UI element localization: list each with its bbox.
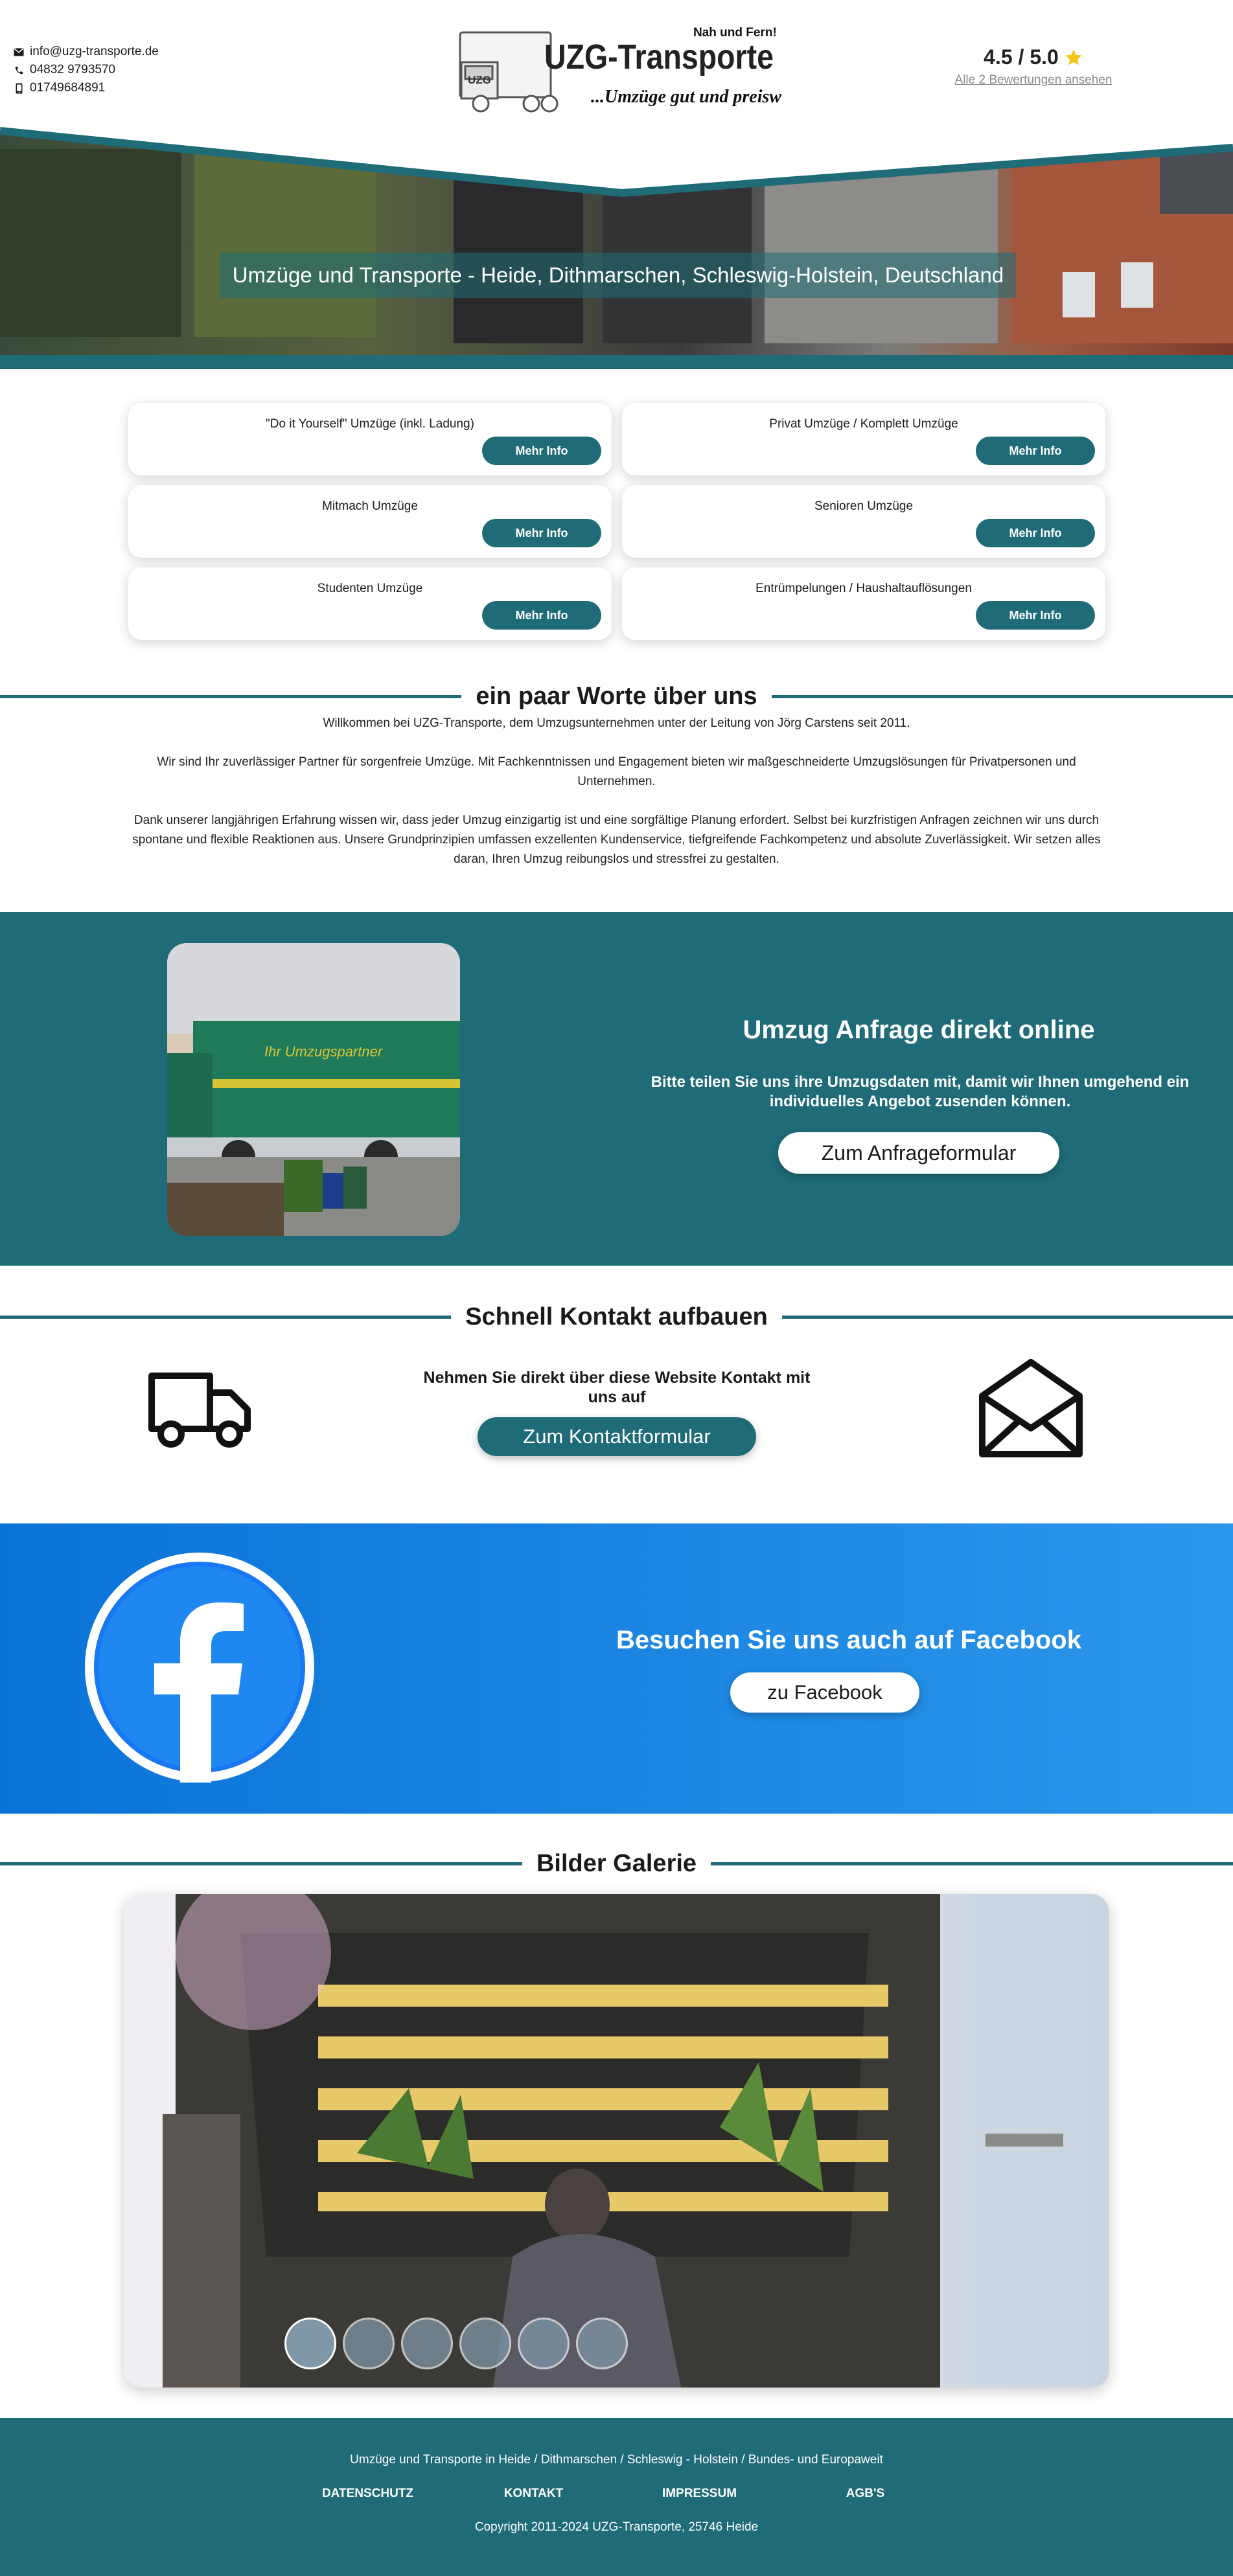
gallery-heading-text: Bilder Galerie xyxy=(536,1849,697,1877)
service-title: "Do it Yourself" Umzüge (inkl. Ladung) xyxy=(266,417,474,431)
service-card-senioren: Senioren Umzüge Mehr Info xyxy=(622,485,1105,558)
services-grid: "Do it Yourself" Umzüge (inkl. Ladung) M… xyxy=(128,403,1105,640)
logo-badge: UZG xyxy=(468,74,491,86)
divider-line xyxy=(0,1862,522,1865)
divider-line xyxy=(771,694,1233,698)
facebook-title: Besuchen Sie uns auch auf Facebook xyxy=(616,1626,1081,1654)
divider-line xyxy=(781,1315,1233,1319)
contact-form-button[interactable]: Zum Kontaktformular xyxy=(478,1417,756,1456)
facebook-section: Besuchen Sie uns auch auf Facebook zu Fa… xyxy=(0,1523,1233,1814)
rating-widget: 4.5 / 5.0 Alle 2 Bewertungen ansehen xyxy=(927,45,1140,87)
truck-photo-text: Ihr Umzugspartner xyxy=(264,1043,384,1060)
about-paragraph: Dank unserer langjährigen Erfahrung wiss… xyxy=(132,814,1101,866)
gallery-thumbnail[interactable] xyxy=(401,2318,453,2369)
more-info-button[interactable]: Mehr Info xyxy=(976,437,1095,465)
more-info-button[interactable]: Mehr Info xyxy=(976,601,1095,630)
service-title: Senioren Umzüge xyxy=(814,499,914,513)
phone-text[interactable]: 04832 9793570 xyxy=(30,61,115,79)
request-section: Ihr Umzugspartner Umzug Anfrage direkt o… xyxy=(0,912,1233,1266)
about-text: Willkommen bei UZG-Transporte, dem Umzug… xyxy=(130,714,1103,889)
request-form-button[interactable]: Zum Anfrageformular xyxy=(778,1132,1059,1174)
footer-copyright: Copyright 2011-2024 UZG-Transporte, 2574… xyxy=(474,2520,759,2534)
uzg-logo[interactable]: UZG Nah und Fern! UZG-Transporte ...Umzü… xyxy=(454,23,802,118)
more-info-button[interactable]: Mehr Info xyxy=(976,519,1095,547)
footer-link-agb[interactable]: AGB'S xyxy=(783,2487,949,2501)
service-card-studenten: Studenten Umzüge Mehr Info xyxy=(128,567,612,640)
footer-nav: DATENSCHUTZ KONTAKT IMPRESSUM AGB'S xyxy=(0,2487,1233,2501)
rating-score: 4.5 / 5.0 xyxy=(984,45,1083,69)
gallery-heading: Bilder Galerie xyxy=(0,1847,1233,1880)
divider-line xyxy=(0,1315,452,1319)
phone-row[interactable]: 04832 9793570 xyxy=(13,61,159,79)
service-card-diy: "Do it Yourself" Umzüge (inkl. Ladung) M… xyxy=(128,403,612,475)
site-header: info@uzg-transporte.de 04832 9793570 017… xyxy=(0,0,1233,136)
facebook-icon[interactable] xyxy=(84,1552,315,1786)
mobile-row[interactable]: 01749684891 xyxy=(13,79,159,97)
gallery-thumbnails xyxy=(284,2318,628,2369)
request-description: Bitte teilen Sie uns ihre Umzugsdaten mi… xyxy=(651,1073,1190,1110)
all-reviews-link[interactable]: Alle 2 Bewertungen ansehen xyxy=(927,73,1140,87)
gallery-thumbnail[interactable] xyxy=(518,2318,570,2369)
divider-line xyxy=(0,694,462,698)
quick-contact-heading: Schnell Kontakt aufbauen xyxy=(0,1301,1233,1333)
star-icon xyxy=(1065,49,1082,65)
logo-slogan-bottom: ...Umzüge gut und preiswert xyxy=(591,87,781,107)
more-info-button[interactable]: Mehr Info xyxy=(482,519,601,547)
gallery-thumbnail[interactable] xyxy=(576,2318,628,2369)
mobile-text[interactable]: 01749684891 xyxy=(30,79,105,97)
mobile-icon xyxy=(13,82,25,94)
truck-icon xyxy=(146,1367,254,1452)
logo-brand: UZG-Transporte xyxy=(544,38,774,76)
service-title: Studenten Umzüge xyxy=(317,582,423,595)
footer-link-kontakt[interactable]: KONTAKT xyxy=(451,2487,617,2501)
footer-link-impressum[interactable]: IMPRESSUM xyxy=(617,2487,783,2501)
phone-icon xyxy=(13,64,25,76)
gallery-image xyxy=(124,1894,1109,2388)
contact-description: Nehmen Sie direkt über diese Website Kon… xyxy=(423,1369,811,1406)
contact-list: info@uzg-transporte.de 04832 9793570 017… xyxy=(13,43,159,97)
rating-score-text: 4.5 / 5.0 xyxy=(984,45,1059,69)
divider-line xyxy=(711,1862,1233,1865)
about-paragraph: Willkommen bei UZG-Transporte, dem Umzug… xyxy=(323,716,910,730)
service-title: Mitmach Umzüge xyxy=(322,499,418,513)
facebook-button[interactable]: zu Facebook xyxy=(730,1672,919,1713)
footer-tagline: Umzüge und Transporte in Heide / Dithmar… xyxy=(350,2453,883,2467)
gallery-thumbnail[interactable] xyxy=(284,2318,336,2369)
service-card-mitmach: Mitmach Umzüge Mehr Info xyxy=(128,485,612,558)
open-envelope-icon xyxy=(977,1357,1085,1464)
quick-contact-heading-text: Schnell Kontakt aufbauen xyxy=(465,1303,768,1330)
service-card-privat: Privat Umzüge / Komplett Umzüge Mehr Inf… xyxy=(622,403,1105,475)
more-info-button[interactable]: Mehr Info xyxy=(482,601,601,630)
moving-truck-photo: Ihr Umzugspartner xyxy=(167,943,460,1236)
email-text[interactable]: info@uzg-transporte.de xyxy=(30,43,159,61)
hero-banner: Umzüge und Transporte - Heide, Dithmarsc… xyxy=(0,123,1233,369)
service-title: Privat Umzüge / Komplett Umzüge xyxy=(769,417,958,431)
image-gallery[interactable] xyxy=(124,1894,1109,2388)
hero-title: Umzüge und Transporte - Heide, Dithmarsc… xyxy=(220,253,1016,298)
service-title: Entrümpelungen / Haushaltauflösungen xyxy=(755,582,972,595)
footer-link-datenschutz[interactable]: DATENSCHUTZ xyxy=(285,2487,451,2501)
about-heading-text: ein paar Worte über uns xyxy=(476,682,757,710)
service-card-entruempelung: Entrümpelungen / Haushaltauflösungen Meh… xyxy=(622,567,1105,640)
site-footer: Umzüge und Transporte in Heide / Dithmar… xyxy=(0,2418,1233,2576)
about-heading: ein paar Worte über uns xyxy=(0,680,1233,712)
envelope-icon xyxy=(13,46,25,58)
more-info-button[interactable]: Mehr Info xyxy=(482,437,601,465)
email-row[interactable]: info@uzg-transporte.de xyxy=(13,43,159,61)
hero-photo xyxy=(0,123,1233,369)
request-title: Umzug Anfrage direkt online xyxy=(743,1016,1095,1044)
about-paragraph: Wir sind Ihr zuverlässiger Partner für s… xyxy=(157,755,1076,788)
logo-truck-icon xyxy=(459,31,559,113)
gallery-thumbnail[interactable] xyxy=(459,2318,511,2369)
gallery-thumbnail[interactable] xyxy=(343,2318,395,2369)
